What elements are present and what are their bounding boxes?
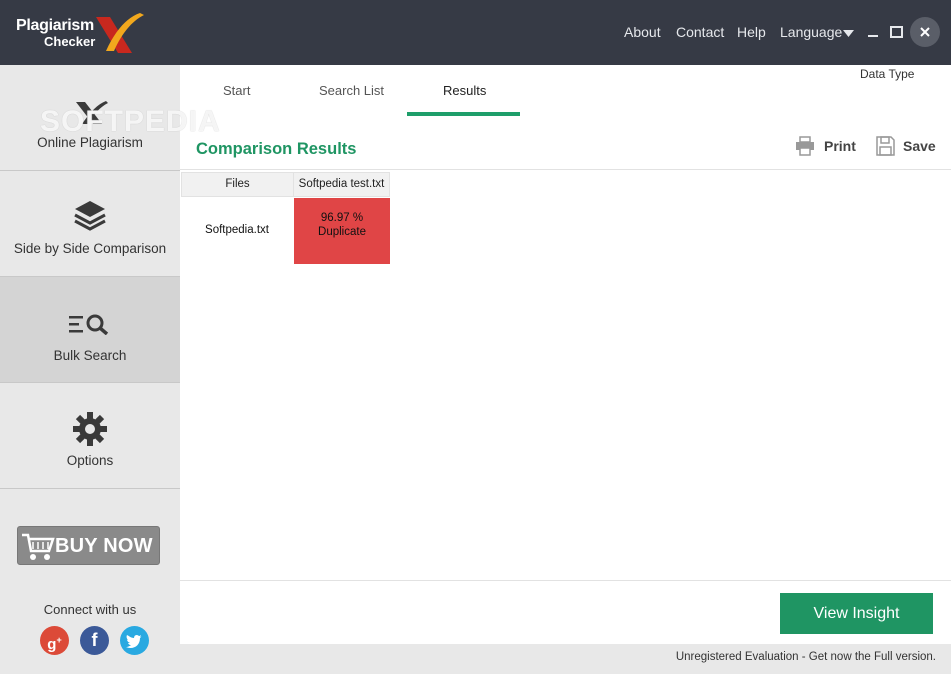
data-type-label: Data Type	[860, 67, 915, 81]
nav-help[interactable]: Help	[737, 24, 766, 40]
sidebar-item-side-by-side[interactable]: Side by Side Comparison	[0, 171, 180, 277]
save-icon	[876, 136, 895, 156]
title-bar: Plagiarism Checker About Contact Help La…	[0, 0, 951, 65]
sidebar-item-label: Side by Side Comparison	[13, 241, 167, 256]
connect-label: Connect with us	[43, 602, 137, 617]
sidebar-item-label: Online Plagiarism	[37, 135, 143, 150]
divider	[180, 169, 951, 170]
chevron-down-icon[interactable]	[843, 30, 854, 37]
sidebar-item-label: Options	[66, 453, 114, 468]
view-insight-button[interactable]: View Insight	[780, 593, 933, 634]
sidebar-item-label: Bulk Search	[53, 348, 127, 363]
row-file-name: Softpedia.txt	[205, 224, 269, 236]
divider	[180, 580, 951, 581]
active-tab-indicator	[407, 112, 520, 116]
sidebar-item-options[interactable]: Options	[0, 383, 180, 489]
buy-now-button[interactable]: BUY NOW	[17, 526, 160, 565]
google-plus-icon[interactable]: g+	[40, 626, 69, 655]
app-logo: Plagiarism Checker	[14, 13, 144, 57]
duplicate-result-cell[interactable]: 96.97 % Duplicate	[294, 198, 390, 264]
logo-text-line1: Plagiarism	[16, 17, 94, 34]
tab-results[interactable]: Results	[443, 83, 486, 98]
sidebar-item-bulk-search[interactable]: Bulk Search	[0, 277, 180, 383]
nav-about[interactable]: About	[624, 24, 661, 40]
duplicate-status: Duplicate	[318, 226, 366, 238]
twitter-icon[interactable]	[120, 626, 149, 655]
search-list-icon	[69, 314, 109, 335]
nav-contact[interactable]: Contact	[676, 24, 724, 40]
duplicate-percent: 96.97 %	[320, 212, 364, 224]
page-title: Comparison Results	[196, 140, 357, 158]
close-button[interactable]	[910, 17, 940, 47]
softpedia-watermark: SOFTPEDIA	[40, 105, 221, 138]
sidebar-item-online-plagiarism[interactable]: SOFTPEDIA Online Plagiarism	[0, 65, 220, 171]
maximize-button[interactable]	[883, 19, 909, 45]
print-label: Print	[824, 138, 856, 154]
status-text[interactable]: Unregistered Evaluation - Get now the Fu…	[676, 651, 936, 663]
save-label: Save	[903, 138, 936, 154]
buy-now-label: BUY NOW	[55, 535, 153, 557]
save-button[interactable]: Save	[876, 136, 936, 156]
sidebar: SOFTPEDIA Online Plagiarism Side by Side…	[0, 65, 220, 674]
tab-search-list[interactable]: Search List	[319, 83, 384, 98]
print-button[interactable]: Print	[795, 136, 856, 156]
shopping-cart-icon	[22, 533, 55, 560]
facebook-icon[interactable]: f	[80, 626, 109, 655]
close-icon	[920, 27, 930, 37]
column-header-files: Files	[181, 172, 294, 197]
status-bar: Unregistered Evaluation - Get now the Fu…	[180, 644, 951, 674]
column-header-compared-file: Softpedia test.txt	[293, 172, 390, 197]
nav-language[interactable]: Language	[780, 24, 842, 40]
layers-icon	[74, 201, 106, 231]
tab-start[interactable]: Start	[223, 83, 250, 98]
logo-x-icon	[96, 13, 144, 53]
gear-icon	[73, 412, 107, 446]
printer-icon	[796, 136, 814, 156]
